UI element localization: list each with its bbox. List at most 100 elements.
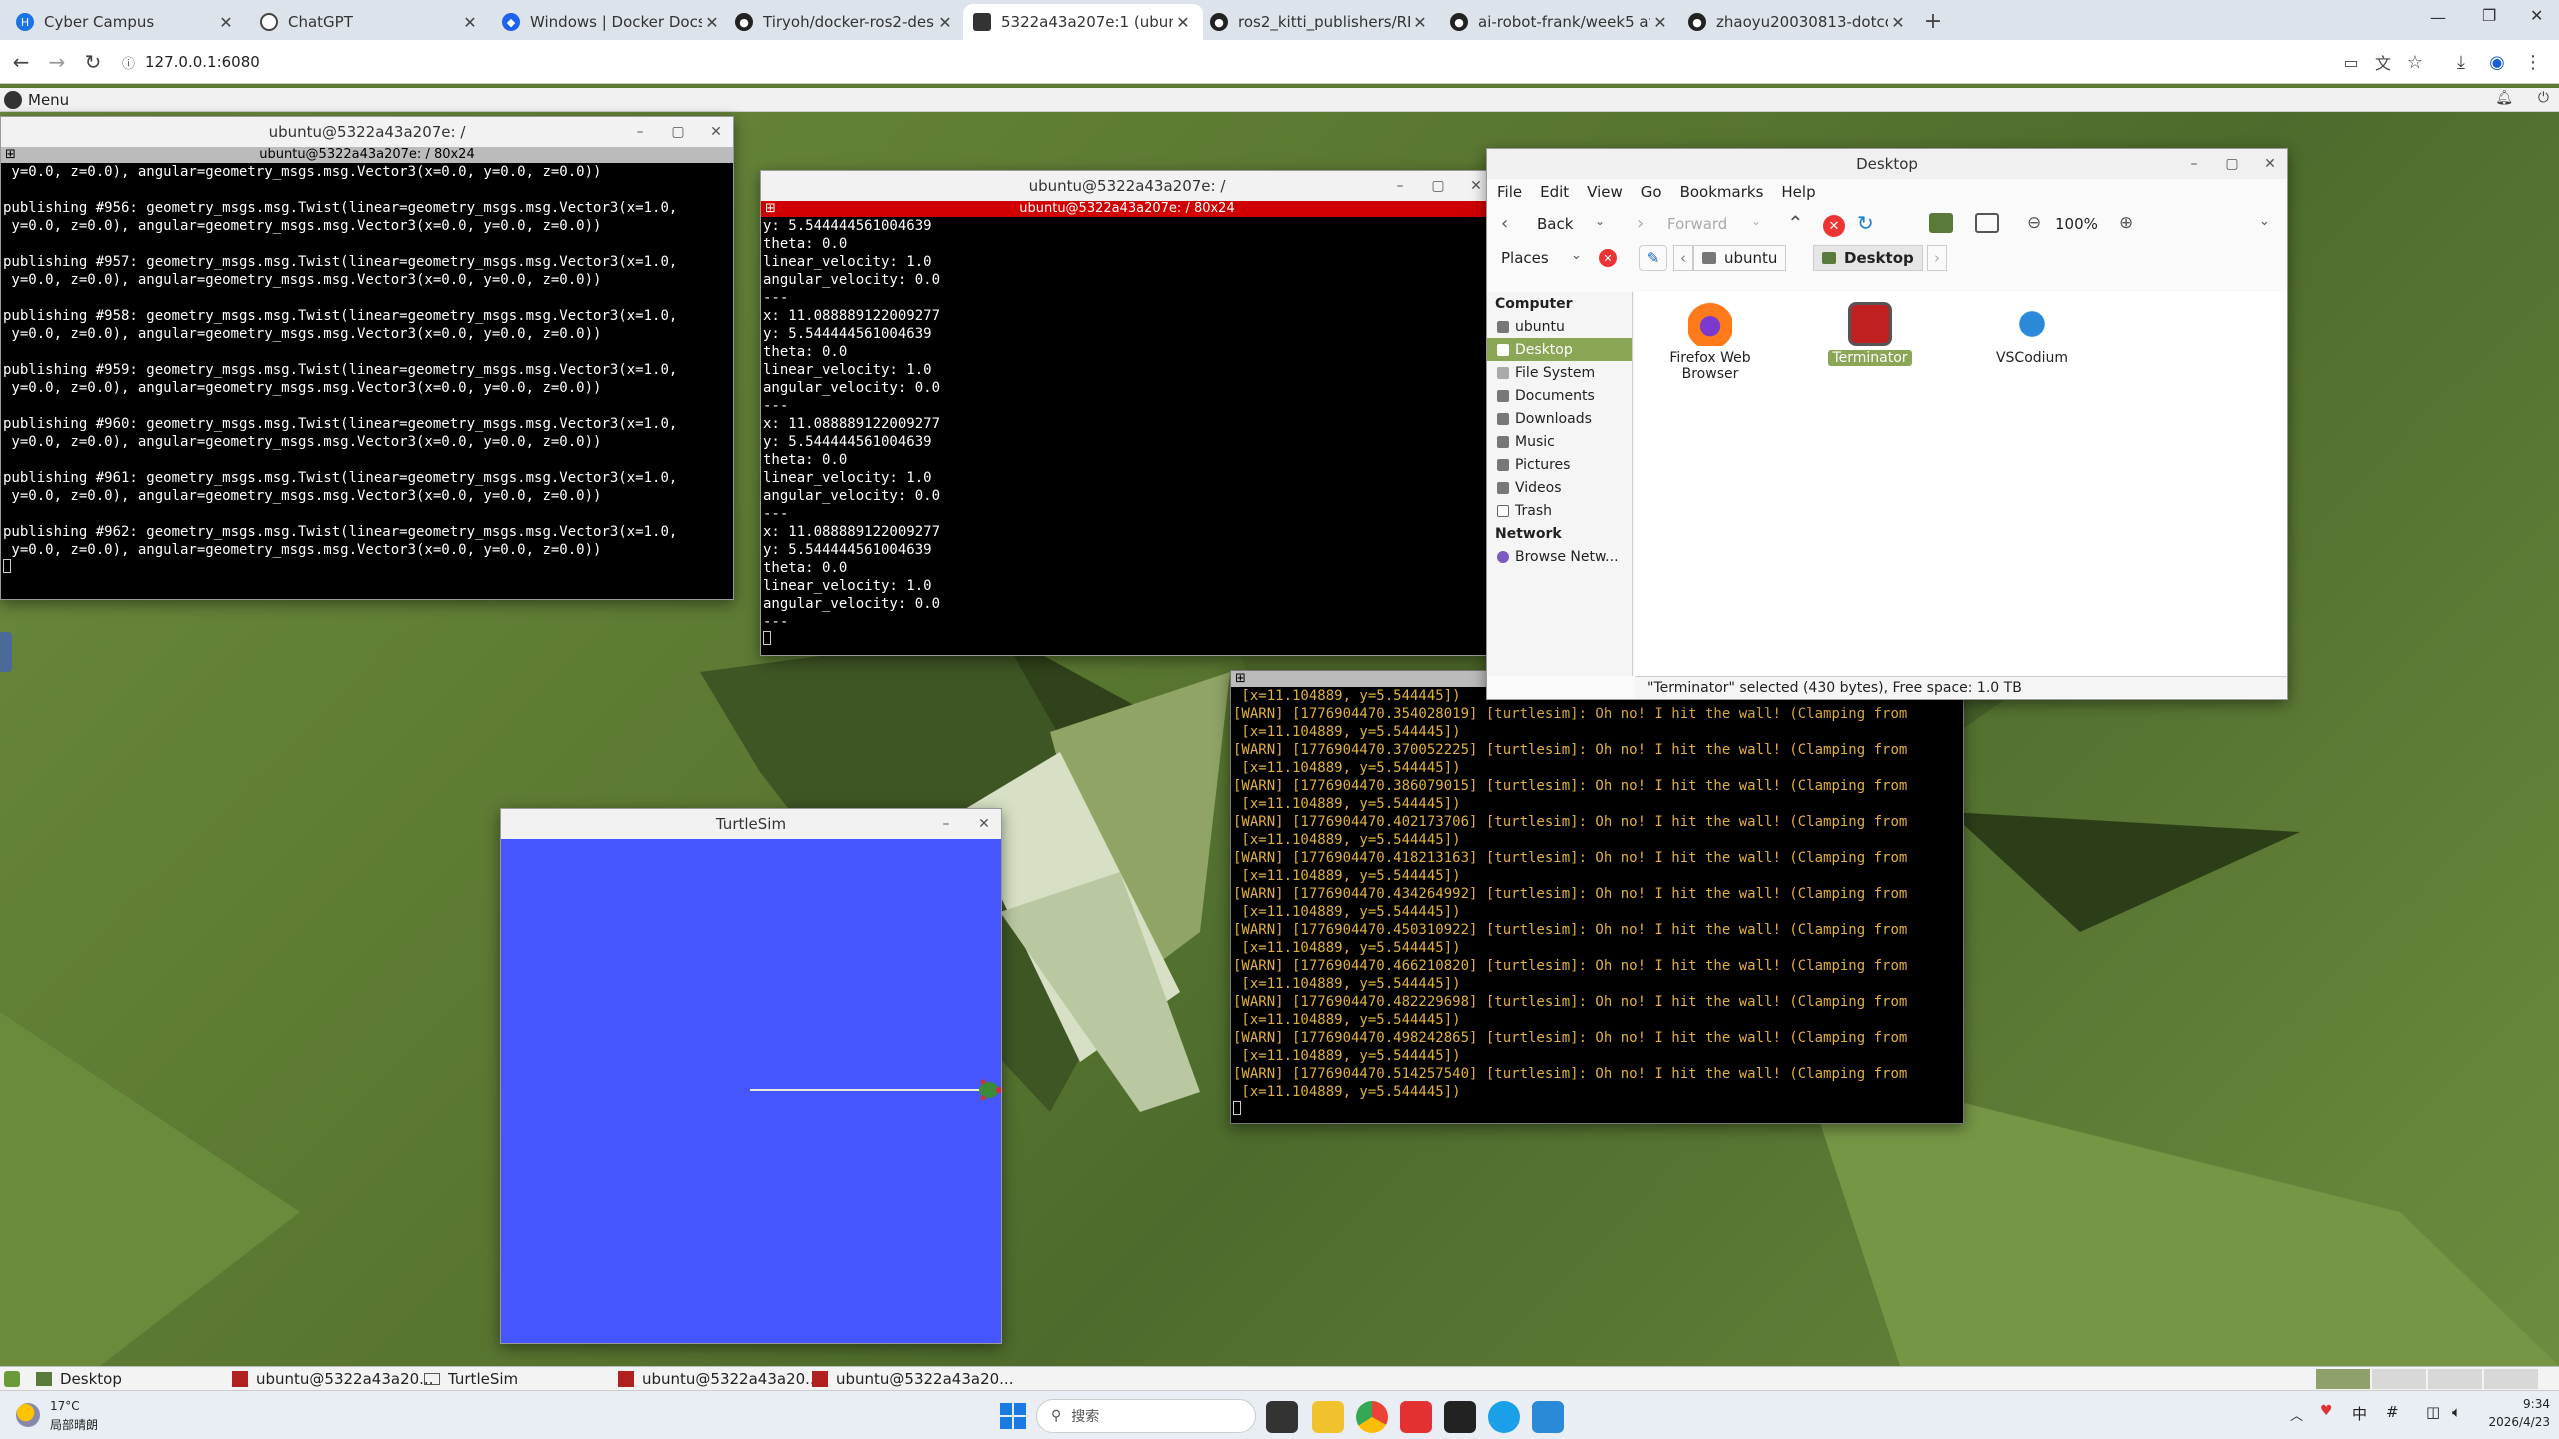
close-icon[interactable]: ✕: [1650, 13, 1670, 32]
file-manager-window[interactable]: Desktop – ▢ ✕ File Edit View Go Bookmark…: [1486, 148, 2288, 700]
sidebar-item-music[interactable]: Music: [1487, 430, 1632, 453]
download-icon[interactable]: ⤓: [2448, 49, 2474, 75]
windows-start-icon[interactable]: [1000, 1403, 1026, 1429]
workspace-3[interactable]: [2428, 1369, 2482, 1389]
forward-history-icon[interactable]: ⌄: [1751, 214, 1761, 228]
back-chevron-icon[interactable]: ‹: [1501, 213, 1508, 234]
menu-file[interactable]: File: [1497, 183, 1522, 201]
search-box[interactable]: ⚲ 搜索: [1036, 1399, 1256, 1433]
volume-icon[interactable]: 🔈︎: [2452, 1403, 2461, 1421]
path-crumb-ubuntu[interactable]: ubuntu: [1693, 245, 1787, 271]
app-icon[interactable]: [1488, 1401, 1520, 1433]
terminal-icon[interactable]: [1444, 1401, 1476, 1433]
network-icon[interactable]: ◫: [2426, 1403, 2440, 1421]
side-panel-handle[interactable]: [0, 632, 12, 672]
tab-ros2-kitti[interactable]: ● ros2_kitti_publishers/READM ✕: [1200, 4, 1440, 40]
file-explorer-icon[interactable]: [1312, 1401, 1344, 1433]
clock-date[interactable]: 2026/4/23: [2478, 1415, 2550, 1429]
window-titlebar[interactable]: ubuntu@5322a43a207e: / – ▢ ✕: [1, 117, 733, 147]
ime-grid-icon[interactable]: #: [2386, 1403, 2399, 1421]
taskbar-item-terminal-1[interactable]: ubuntu@5322a43a20...: [232, 1369, 433, 1389]
sidebar-item-documents[interactable]: Documents: [1487, 384, 1632, 407]
sidebar-item-network[interactable]: Browse Netw...: [1487, 545, 1632, 568]
forward-arrow-icon[interactable]: →: [44, 49, 70, 75]
menu-edit[interactable]: Edit: [1540, 183, 1569, 201]
chrome-icon[interactable]: [1356, 1401, 1388, 1433]
vscode-icon[interactable]: [1532, 1401, 1564, 1433]
computer-icon[interactable]: [1975, 213, 1999, 233]
file-item-terminator[interactable]: Terminator: [1825, 302, 1915, 366]
menu-help[interactable]: Help: [1781, 183, 1815, 201]
stop-icon[interactable]: ✕: [1823, 215, 1845, 237]
reload-icon[interactable]: ↻: [1857, 211, 1874, 235]
bookmark-star-icon[interactable]: ☆: [2402, 49, 2428, 75]
tab-cyber-campus[interactable]: H Cyber Campus ✕: [6, 4, 246, 40]
tab-vnc-active[interactable]: 5322a43a207e:1 (ubuntu) - n ✕: [963, 4, 1203, 40]
places-selector[interactable]: Places: [1501, 249, 1549, 267]
sidebar-item-downloads[interactable]: Downloads: [1487, 407, 1632, 430]
minimize-icon[interactable]: –: [629, 121, 651, 143]
translate-icon[interactable]: 文: [2370, 49, 2396, 75]
clock-time[interactable]: 9:34: [2500, 1397, 2550, 1411]
close-icon[interactable]: ✕: [935, 13, 955, 32]
weather-icon[interactable]: [16, 1403, 40, 1427]
cast-icon[interactable]: ▭: [2338, 49, 2364, 75]
menu-go[interactable]: Go: [1641, 183, 1662, 201]
close-window-icon[interactable]: ✕: [2530, 6, 2543, 25]
sidebar-item-filesystem[interactable]: File System: [1487, 361, 1632, 384]
workspace-1[interactable]: [2316, 1369, 2370, 1389]
terminal-grid-icon[interactable]: ⊞: [765, 201, 776, 217]
close-icon[interactable]: ✕: [460, 13, 480, 32]
taskview-icon[interactable]: [1266, 1401, 1298, 1433]
close-icon[interactable]: ✕: [1465, 175, 1487, 197]
minimize-icon[interactable]: —: [2430, 8, 2446, 27]
home-folder-icon[interactable]: [1929, 213, 1953, 233]
minimize-icon[interactable]: –: [2183, 153, 2205, 175]
back-history-icon[interactable]: ⌄: [1595, 214, 1605, 228]
profile-icon[interactable]: ◉: [2484, 49, 2510, 75]
terminal-output[interactable]: [x=11.104889, y=5.544445]) [WARN] [177690…: [1231, 687, 1963, 1123]
file-item-firefox[interactable]: Firefox Web Browser: [1665, 302, 1755, 382]
sidebar-item-ubuntu[interactable]: ubuntu: [1487, 315, 1632, 338]
terminal-output[interactable]: y=0.0, z=0.0), angular=geometry_msgs.msg…: [1, 163, 733, 599]
close-icon[interactable]: ✕: [973, 813, 995, 835]
path-crumb-desktop[interactable]: Desktop: [1813, 245, 1923, 271]
back-button[interactable]: Back: [1537, 215, 1573, 233]
forward-chevron-icon[interactable]: ›: [1637, 213, 1644, 234]
close-icon[interactable]: ✕: [1888, 13, 1908, 32]
site-info-icon[interactable]: ⓘ: [122, 53, 135, 72]
menu-logo-icon[interactable]: [4, 90, 22, 109]
zoom-in-icon[interactable]: ⊕: [2119, 213, 2133, 233]
path-left-icon[interactable]: ‹: [1673, 245, 1693, 271]
workspace-4[interactable]: [2484, 1369, 2538, 1389]
back-arrow-icon[interactable]: ←: [8, 49, 34, 75]
edit-location-icon[interactable]: ✎: [1639, 245, 1667, 271]
wps-icon[interactable]: [1400, 1401, 1432, 1433]
terminal-window-pose[interactable]: ubuntu@5322a43a207e: / – ▢ ✕ ⊞ ubuntu@53…: [760, 170, 1494, 656]
terminal-output[interactable]: y: 5.544444561004639 theta: 0.0 linear_vel…: [761, 217, 1493, 655]
close-icon[interactable]: ✕: [216, 13, 236, 32]
close-icon[interactable]: ✕: [702, 13, 722, 32]
taskbar-item-terminal-3[interactable]: ubuntu@5322a43a20...: [812, 1369, 1013, 1389]
tab-chatgpt[interactable]: ChatGPT ✕: [250, 4, 490, 40]
ime-mode[interactable]: 中: [2352, 1403, 2367, 1424]
tray-chevron-icon[interactable]: ︿: [2290, 1405, 2303, 1424]
taskbar-item-turtlesim[interactable]: TurtleSim: [424, 1369, 518, 1389]
close-icon[interactable]: ✕: [1173, 13, 1193, 32]
maximize-icon[interactable]: ▢: [2221, 153, 2243, 175]
toolbar-dropdown-icon[interactable]: ⌄: [2259, 214, 2270, 229]
sidebar-item-pictures[interactable]: Pictures: [1487, 453, 1632, 476]
menu-bookmarks[interactable]: Bookmarks: [1680, 183, 1764, 201]
close-icon[interactable]: ✕: [705, 121, 727, 143]
terminal-window-publisher[interactable]: ubuntu@5322a43a207e: / – ▢ ✕ ⊞ ubuntu@53…: [0, 116, 734, 600]
close-icon[interactable]: ✕: [1410, 13, 1430, 32]
power-icon[interactable]: ⏻: [2538, 90, 2549, 106]
window-titlebar[interactable]: Desktop – ▢ ✕: [1487, 149, 2287, 179]
minimize-icon[interactable]: –: [935, 813, 957, 835]
window-titlebar[interactable]: ubuntu@5322a43a207e: / – ▢ ✕: [761, 171, 1493, 201]
maximize-icon[interactable]: ▢: [1427, 175, 1449, 197]
terminal-window-turtlesim-log[interactable]: ⊞ [x=11.104889, y=5.544445]) [WARN] [1776…: [1230, 670, 1964, 1124]
more-menu-icon[interactable]: ⋮: [2520, 49, 2546, 75]
places-dropdown-icon[interactable]: ⌄: [1571, 248, 1582, 263]
window-titlebar[interactable]: TurtleSim – ✕: [501, 809, 1001, 839]
